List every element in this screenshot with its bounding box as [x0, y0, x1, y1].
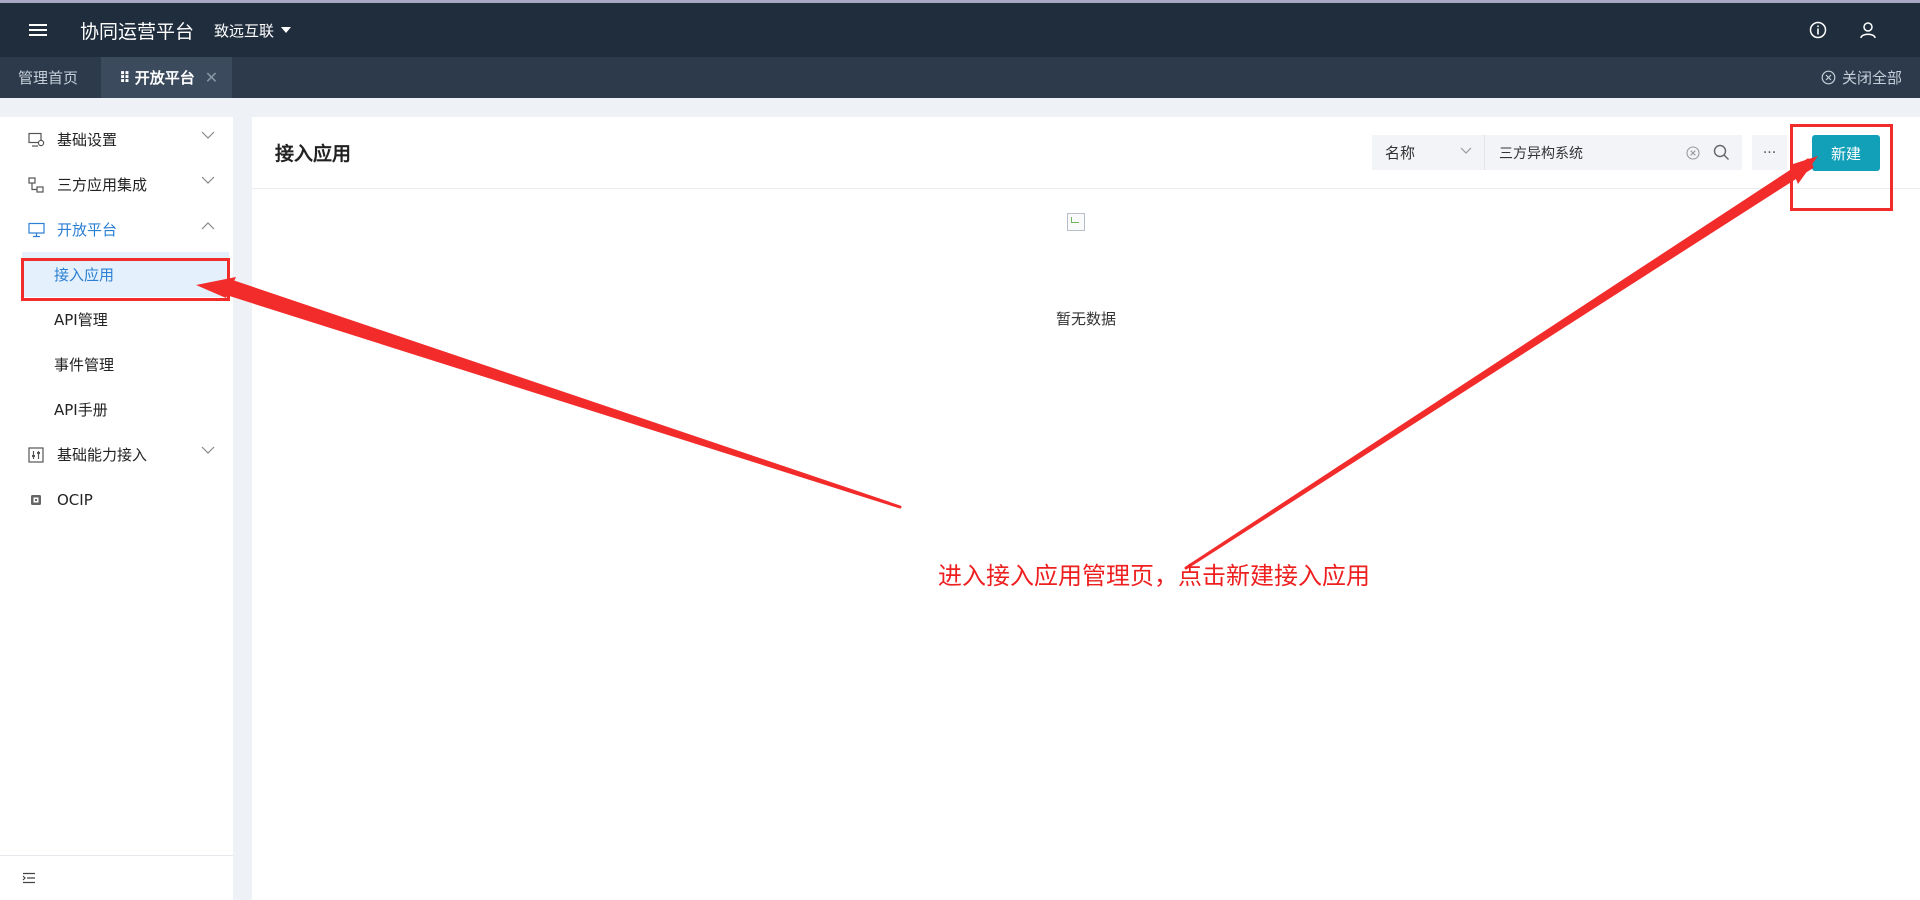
broken-image-icon	[1067, 213, 1085, 231]
app-title: 协同运营平台	[80, 20, 195, 43]
tab-open-platform[interactable]: ⠿ 开放平台 ✕	[101, 57, 233, 98]
search-input[interactable]	[1499, 144, 1669, 161]
org-switcher[interactable]: 致远互联	[214, 20, 292, 41]
search-field-value: 名称	[1385, 144, 1416, 162]
chevron-down-icon	[201, 176, 215, 184]
org-name: 致远互联	[214, 21, 275, 40]
page-title: 接入应用	[275, 143, 352, 165]
user-icon[interactable]	[1856, 18, 1880, 42]
sidebar-item-label: 开放平台	[57, 221, 118, 239]
main-header: 接入应用 名称 ··· 新建	[252, 117, 1920, 189]
tab-home[interactable]: 管理首页	[0, 57, 96, 98]
chevron-up-icon	[201, 222, 215, 230]
info-icon[interactable]	[1806, 18, 1830, 42]
drag-handle-icon: ⠿	[119, 68, 131, 87]
caret-down-icon	[281, 27, 292, 33]
sidebar-subitem-api-manual[interactable]: API手册	[0, 387, 233, 432]
collapse-sidebar-button[interactable]	[0, 855, 233, 900]
sidebar-subitem-event-management[interactable]: 事件管理	[0, 342, 233, 387]
close-circle-icon	[1821, 70, 1836, 85]
sidebar-item-basic-capability[interactable]: 基础能力接入	[0, 432, 233, 477]
hamburger-menu-icon[interactable]	[22, 14, 54, 46]
search-group: 名称 ···	[1372, 135, 1787, 170]
chip-icon	[27, 491, 45, 509]
monitor-icon	[27, 221, 45, 239]
search-icon[interactable]	[1713, 144, 1730, 161]
sidebar-item-ocip[interactable]: OCIP	[0, 477, 233, 522]
annotation-box-new-button	[1790, 124, 1893, 211]
sidebar-item-label: 基础能力接入	[57, 446, 148, 464]
sidebar-item-label: 基础设置	[57, 131, 118, 149]
close-all-button[interactable]: 关闭全部	[1821, 57, 1902, 98]
close-icon[interactable]: ✕	[205, 68, 218, 87]
sidebar: 基础设置 三方应用集成 开放平台 接入应用 API管理 事件管理 API手册 基…	[0, 117, 233, 900]
sidebar-item-third-party[interactable]: 三方应用集成	[0, 162, 233, 207]
sliders-icon	[27, 446, 45, 464]
chevron-down-icon	[201, 131, 215, 139]
sidebar-item-label: OCIP	[57, 490, 93, 509]
sidebar-item-label: 三方应用集成	[57, 176, 148, 194]
empty-state: 暂无数据	[252, 189, 1920, 349]
sidebar-item-open-platform[interactable]: 开放平台	[0, 207, 233, 252]
sidebar-subitem-api-management[interactable]: API管理	[0, 297, 233, 342]
search-box	[1484, 135, 1742, 170]
empty-state-text: 暂无数据	[1055, 310, 1116, 328]
top-header: 协同运营平台 致远互联	[0, 0, 1920, 57]
search-field-select[interactable]: 名称	[1372, 135, 1484, 170]
chevron-down-icon	[201, 446, 215, 454]
annotation-text: 进入接入应用管理页，点击新建接入应用	[938, 562, 1370, 590]
clear-icon[interactable]	[1686, 146, 1700, 160]
tab-label: 管理首页	[18, 69, 79, 87]
main-panel: 接入应用 名称 ··· 新建 暂无数据	[252, 117, 1920, 900]
chevron-down-icon	[1460, 147, 1472, 154]
annotation-box-sidebar	[21, 258, 230, 301]
settings-monitor-icon	[27, 131, 45, 149]
more-options-button[interactable]: ···	[1752, 135, 1787, 170]
close-all-label: 关闭全部	[1841, 69, 1902, 87]
collapse-menu-icon	[22, 872, 35, 884]
tab-label: 开放平台	[134, 69, 195, 87]
sidebar-item-basic-settings[interactable]: 基础设置	[0, 117, 233, 162]
tab-bar: 管理首页 ⠿ 开放平台 ✕ 关闭全部	[0, 57, 1920, 98]
integration-icon	[27, 176, 45, 194]
